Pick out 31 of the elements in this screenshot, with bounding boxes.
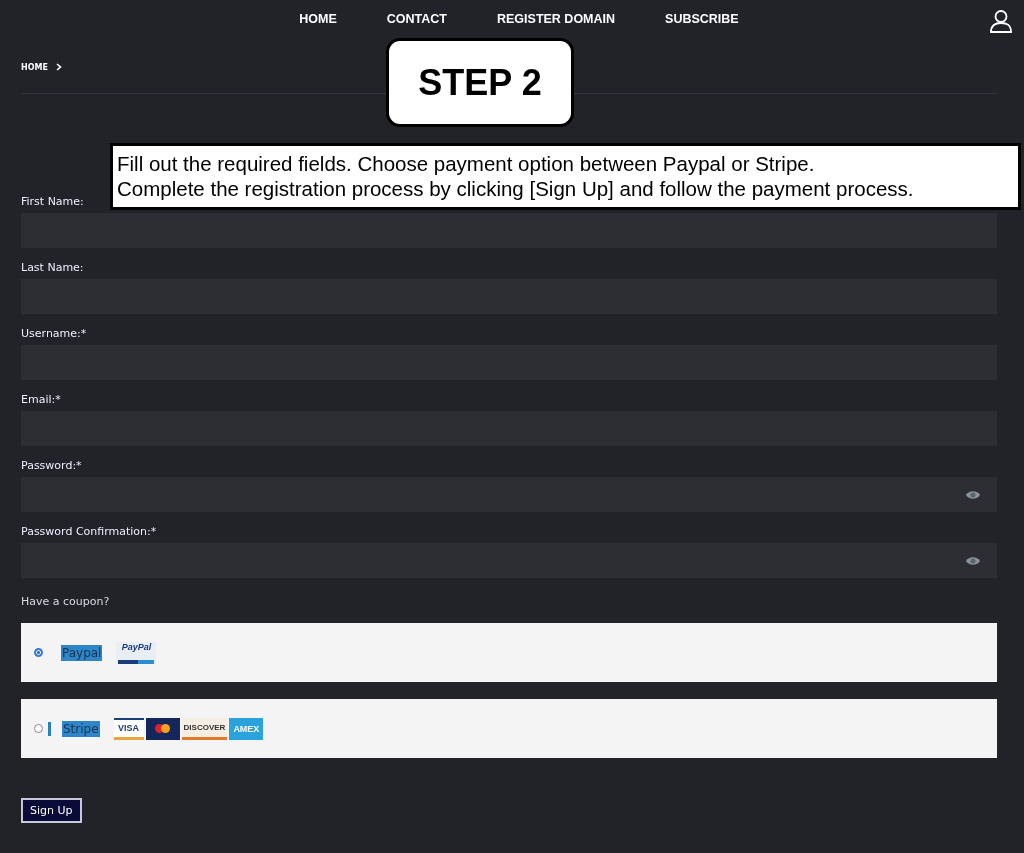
coupon-link[interactable]: Have a coupon? bbox=[21, 595, 110, 608]
field-label: Password:* bbox=[21, 459, 83, 472]
field-label: First Name: bbox=[21, 195, 85, 208]
field-label: Username:* bbox=[21, 327, 88, 340]
instruction-text: Fill out the required fields. Choose payment option between Paypal or Stripe. bbox=[117, 151, 816, 176]
chevron-icon bbox=[55, 63, 62, 71]
breadcrumb-link[interactable]: HOME bbox=[21, 62, 48, 72]
radio-button[interactable] bbox=[34, 648, 43, 657]
instruction-text: Complete the registration process by clicking [Sign Up] and follow the payment process. bbox=[117, 176, 915, 201]
visa-card-logo: VISA bbox=[113, 717, 144, 740]
payment-method-label: Paypal bbox=[61, 644, 103, 661]
mastercard-logo bbox=[145, 717, 180, 740]
field-label: Password Confirmation:* bbox=[21, 525, 158, 538]
field-label: Last Name: bbox=[21, 261, 85, 274]
field-label: Email:* bbox=[21, 393, 62, 406]
radio-button[interactable] bbox=[34, 724, 43, 733]
nav-link[interactable]: SUBSCRIBE bbox=[665, 12, 739, 26]
amex-card-logo: AMEX bbox=[229, 717, 264, 740]
discover-card-logo: DISCOVER bbox=[181, 717, 228, 740]
input-field[interactable] bbox=[21, 543, 997, 578]
eye-icon[interactable] bbox=[965, 488, 981, 501]
eye-icon[interactable] bbox=[965, 554, 981, 567]
sign-up-button[interactable]: Sign Up bbox=[21, 798, 82, 823]
step-label: STEP 2 bbox=[418, 61, 542, 104]
input-field[interactable] bbox=[21, 477, 997, 512]
payment-method-label: Stripe bbox=[62, 720, 100, 737]
user-icon[interactable] bbox=[989, 9, 1013, 33]
nav-link[interactable]: CONTACT bbox=[386, 12, 447, 26]
nav-link[interactable]: HOME bbox=[299, 12, 337, 26]
paypal-logo: PayPal bbox=[116, 641, 157, 664]
nav-link[interactable]: REGISTER DOMAIN bbox=[497, 12, 616, 26]
